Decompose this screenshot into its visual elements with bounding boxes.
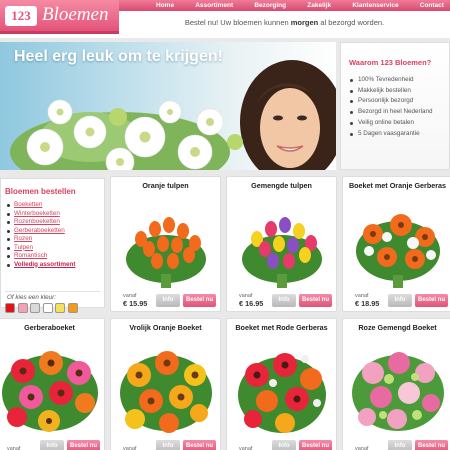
info-button[interactable]: Info (156, 294, 180, 307)
why-item: Makkelijk bestellen (349, 86, 449, 97)
price-vanaf: vanaf (239, 446, 253, 450)
category-link-romantisch[interactable]: Romantisch (14, 252, 47, 259)
order-button[interactable]: Bestel nu (183, 294, 216, 307)
price-box: vanaf (123, 446, 136, 450)
sidebar-title: Bloemen bestellen (5, 187, 76, 196)
product-card[interactable]: Boeket met Rode Gerberas vanaf Info Best… (226, 318, 337, 450)
info-button[interactable]: Info (156, 440, 180, 450)
product-card[interactable]: Boeket met Oranje Gerberas vanaf € 18.95 … (342, 176, 450, 312)
product-card[interactable]: Gemengde tulpen vanaf € 16.95 Info Bestel… (226, 176, 337, 312)
order-button[interactable]: Bestel nu (299, 294, 332, 307)
order-button[interactable]: Bestel nu (415, 440, 448, 450)
why-item: 5 Dagen vaasgarantie (349, 129, 449, 140)
color-picker-title: Of kies een kleur: (7, 294, 56, 301)
bouquet-image (356, 214, 440, 288)
category-link-tulpen[interactable]: Tulpen (14, 244, 33, 251)
product-card[interactable]: Oranje tulpen vanaf € 15.95 Info Bestel n… (110, 176, 221, 312)
bouquet-image (120, 351, 212, 433)
logo-number: 123 (5, 6, 37, 26)
order-button[interactable]: Bestel nu (67, 440, 100, 450)
color-swatch-orange[interactable] (67, 303, 78, 313)
page: 123 Bloemen Home Assortiment Bezorging Z… (0, 0, 450, 450)
tagline-bold: morgen (290, 18, 319, 27)
why-item: Persoonlijk bezorgd (349, 96, 449, 107)
color-swatch-yellow[interactable] (55, 303, 65, 313)
color-swatch-grey[interactable] (30, 303, 40, 313)
price-box: vanaf (7, 446, 20, 450)
color-swatch-pink[interactable] (17, 303, 28, 313)
why-list: 100% Tevredenheid Makkelijk bestellen Pe… (349, 75, 449, 139)
nav-bezorging[interactable]: Bezorging (254, 0, 286, 11)
bouquet-image (2, 351, 98, 432)
price-vanaf: vanaf (355, 446, 369, 450)
why-title: Waarom 123 Bloemen? (349, 58, 432, 67)
nav-assortiment[interactable]: Assortiment (195, 0, 233, 11)
info-button[interactable]: Info (40, 440, 64, 450)
order-button[interactable]: Bestel nu (299, 440, 332, 450)
product-card[interactable]: Vrolijk Oranje Boeket vanaf Info Bestel … (110, 318, 221, 450)
bouquet-image (126, 217, 206, 288)
price-box: vanaf (355, 446, 368, 450)
category-link-rozenboeketten[interactable]: Rozenboeketten (14, 218, 60, 225)
category-list: Boeketten Winterboeketten Rozenboeketten… (5, 201, 104, 269)
bouquet-image (242, 217, 322, 288)
order-sidebar: Bloemen bestellen Boeketten Winterboeket… (0, 178, 105, 313)
price-box: vanaf (239, 446, 252, 450)
nav-home[interactable]: Home (156, 0, 174, 11)
order-button[interactable]: Bestel nu (183, 440, 216, 450)
order-button[interactable]: Bestel nu (415, 294, 448, 307)
tagline: Bestel nu! Uw bloemen kunnen morgen al b… (119, 18, 450, 27)
price-box: vanaf € 18.95 (355, 293, 379, 307)
price-vanaf: vanaf (123, 446, 137, 450)
product-price: € 15.95 (123, 299, 148, 308)
bouquet-image (352, 352, 444, 431)
tagline-before: Bestel nu! Uw bloemen kunnen (184, 18, 291, 27)
info-button[interactable]: Info (272, 294, 296, 307)
logo-text: Bloemen (42, 4, 109, 25)
color-swatch-red[interactable] (5, 303, 15, 313)
hero-banner[interactable]: Heel erg leuk om te krijgen! (0, 42, 336, 170)
category-link-winterboeketten[interactable]: Winterboeketten (14, 210, 60, 217)
main-nav: Home Assortiment Bezorging Zakelijk Klan… (119, 0, 450, 11)
logo[interactable]: 123 Bloemen (0, 0, 119, 34)
category-link-boeketten[interactable]: Boeketten (14, 201, 42, 208)
why-item: Veilig online betalen (349, 118, 449, 129)
info-button[interactable]: Info (388, 294, 412, 307)
hero-title: Heel erg leuk om te krijgen! (14, 48, 223, 65)
sidebar-divider (5, 291, 100, 292)
price-box: vanaf € 16.95 (239, 293, 263, 307)
nav-contact[interactable]: Contact (420, 0, 444, 11)
price-vanaf: vanaf (7, 446, 21, 450)
bouquet-image (238, 353, 326, 433)
why-panel: Waarom 123 Bloemen? 100% Tevredenheid Ma… (340, 42, 450, 170)
info-button[interactable]: Info (388, 440, 412, 450)
tagline-after: al bezorgd worden. (318, 18, 385, 27)
why-item: Bezorgd in heel Nederland (349, 107, 449, 118)
category-link-volledig-assortiment[interactable]: Volledig assortiment (14, 261, 75, 268)
nav-zakelijk[interactable]: Zakelijk (307, 0, 331, 11)
product-card[interactable]: Roze Gemengd Boeket vanaf Info Bestel nu (342, 318, 450, 450)
product-price: € 18.95 (355, 299, 380, 308)
color-swatch-white[interactable] (42, 303, 53, 313)
color-swatches (5, 303, 78, 313)
category-link-gerberaboeketten[interactable]: Gerberaboeketten (14, 227, 65, 234)
info-button[interactable]: Info (272, 440, 296, 450)
category-link-rozen[interactable]: Rozen (14, 235, 32, 242)
nav-klantenservice[interactable]: Klantenservice (352, 0, 398, 11)
price-box: vanaf € 15.95 (123, 293, 147, 307)
header: 123 Bloemen Home Assortiment Bezorging Z… (0, 0, 450, 38)
product-price: € 16.95 (239, 299, 264, 308)
product-card[interactable]: Gerberaboeket vanaf Info Bestel nu (0, 318, 105, 450)
why-item: 100% Tevredenheid (349, 75, 449, 86)
